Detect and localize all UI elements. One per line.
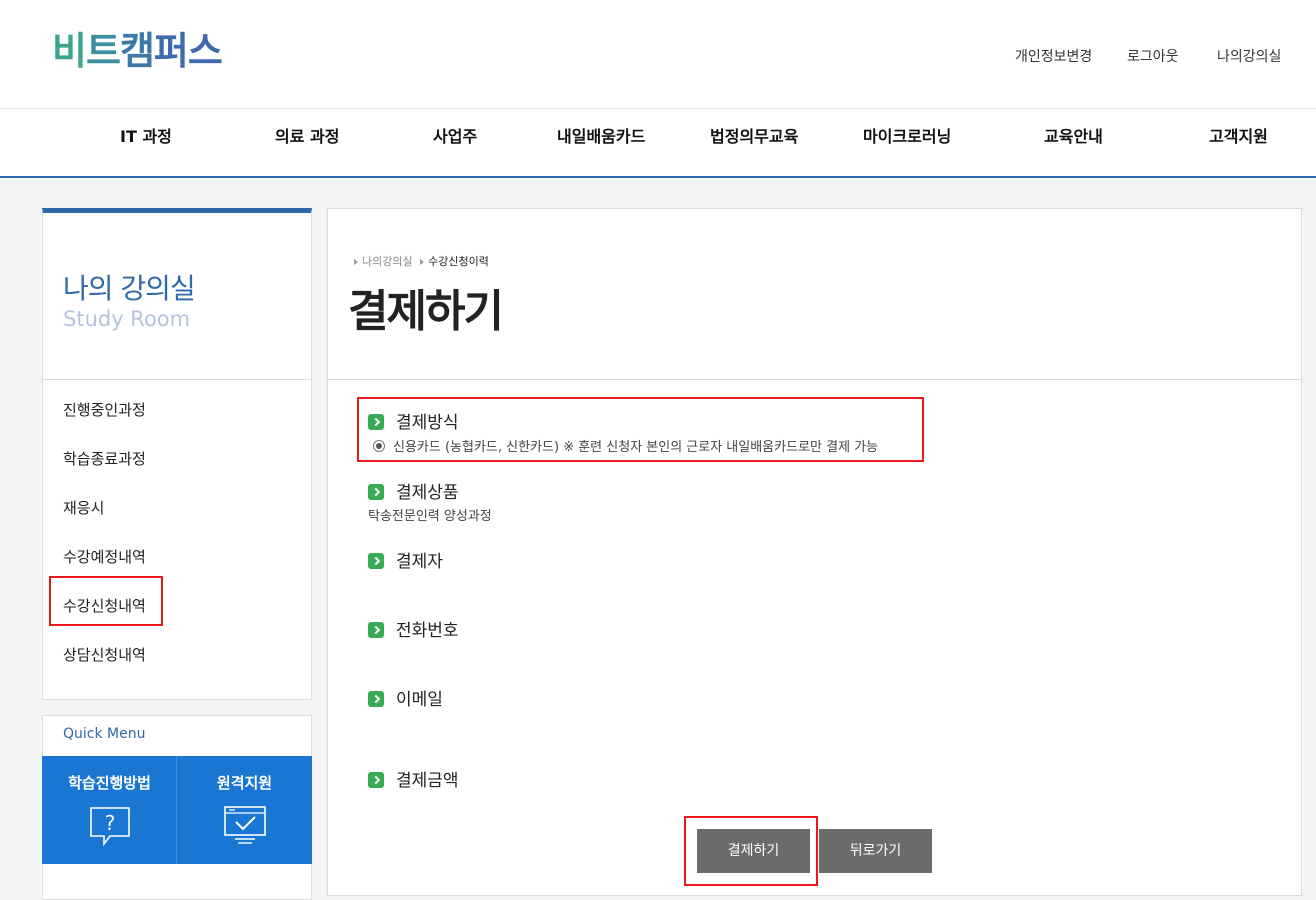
- section-bullet-icon: [368, 691, 384, 707]
- nav-tomorrow-card[interactable]: 내일배움카드: [557, 123, 645, 147]
- sidebar-item-in-progress[interactable]: 진행중인과정: [63, 399, 146, 420]
- logo-part-4: 퍼스: [153, 29, 223, 73]
- svg-text:?: ?: [105, 811, 116, 835]
- quick-menu-title: Quick Menu: [63, 726, 146, 742]
- logo-part-2: 트: [85, 29, 121, 73]
- payment-product-value: 탁송전문인력 양성과정: [368, 509, 492, 524]
- sidebar-item-consultations[interactable]: 상담신청내역: [63, 644, 146, 665]
- breadcrumb-my-classroom[interactable]: 나의강의실: [362, 255, 413, 268]
- nav-education-guide[interactable]: 교육안내: [1044, 123, 1103, 147]
- sidebar: 나의 강의실 Study Room 진행중인과정 학습종료과정 재응시 수강예정…: [42, 208, 312, 700]
- nav-mandatory-education[interactable]: 법정의무교육: [710, 123, 798, 147]
- logo-part-1: 비: [52, 29, 87, 73]
- util-link-logout[interactable]: 로그아웃: [1127, 46, 1179, 66]
- site-header: 비트캠퍼스 개인정보변경 로그아웃 나의강의실: [0, 0, 1316, 108]
- logo-part-3: 캠: [119, 29, 155, 73]
- nav-employer[interactable]: 사업주: [433, 123, 477, 147]
- back-button[interactable]: 뒤로가기: [819, 829, 932, 873]
- util-link-my-classroom[interactable]: 나의강의실: [1217, 46, 1281, 66]
- section-bullet-icon: [368, 622, 384, 638]
- nav-it-course[interactable]: IT 과정: [120, 123, 172, 147]
- nav-customer-support[interactable]: 고객지원: [1209, 123, 1268, 147]
- sidebar-item-retest[interactable]: 재응시: [63, 497, 104, 518]
- section-amount-label: 결제금액: [396, 771, 459, 791]
- highlight-box-sidebar: [49, 576, 163, 626]
- sidebar-title: 나의 강의실: [63, 272, 196, 305]
- breadcrumb-arrow-icon: [354, 259, 358, 265]
- page-title: 결제하기: [348, 286, 504, 337]
- section-bullet-icon: [368, 553, 384, 569]
- main-nav: IT 과정 의료 과정 사업주 내일배움카드 법정의무교육 마이크로러닝 교육안…: [0, 108, 1316, 178]
- section-phone: 전화번호: [368, 616, 459, 641]
- section-amount: 결제금액: [368, 766, 459, 791]
- nav-medical-course[interactable]: 의료 과정: [275, 123, 339, 147]
- section-payer: 결제자: [368, 547, 443, 572]
- section-payer-label: 결제자: [396, 552, 443, 572]
- quick-remote-support-label: 원격지원: [216, 774, 273, 792]
- monitor-check-icon: [224, 806, 266, 844]
- quick-remote-support-button[interactable]: 원격지원: [177, 756, 312, 864]
- site-logo[interactable]: 비트캠퍼스: [52, 20, 223, 75]
- breadcrumb: 나의강의실 수강신청이력: [354, 253, 489, 269]
- section-payment-product: 결제상품: [368, 478, 459, 503]
- section-bullet-icon: [368, 484, 384, 500]
- section-payment-product-label: 결제상품: [396, 483, 459, 503]
- sidebar-subtitle: Study Room: [63, 307, 191, 331]
- util-link-profile[interactable]: 개인정보변경: [1015, 46, 1092, 66]
- sidebar-item-scheduled[interactable]: 수강예정내역: [63, 546, 146, 567]
- section-bullet-icon: [368, 772, 384, 788]
- main-panel: 나의강의실 수강신청이력 결제하기 결제방식 신용카드 (농협카드, 신한카드)…: [327, 208, 1302, 896]
- main-divider: [328, 379, 1301, 380]
- nav-microlearning[interactable]: 마이크로러닝: [863, 123, 951, 147]
- sidebar-item-completed[interactable]: 학습종료과정: [63, 448, 146, 469]
- section-email: 이메일: [368, 685, 443, 710]
- highlight-box-pay-button: [684, 816, 818, 886]
- quick-menu-panel: 학습진행방법 ? 원격지원: [42, 756, 312, 864]
- quick-learning-guide-button[interactable]: 학습진행방법 ?: [42, 756, 177, 864]
- section-email-label: 이메일: [396, 690, 443, 710]
- section-phone-label: 전화번호: [396, 621, 459, 641]
- question-bubble-icon: ?: [90, 807, 130, 847]
- highlight-box-payment-method: [357, 397, 924, 462]
- breadcrumb-current: 수강신청이력: [428, 255, 489, 268]
- breadcrumb-arrow-icon: [420, 259, 425, 265]
- quick-learning-guide-label: 학습진행방법: [68, 774, 151, 792]
- quick-menu: Quick Menu 학습진행방법 ? 원격지원: [42, 715, 312, 900]
- sidebar-divider: [43, 379, 311, 380]
